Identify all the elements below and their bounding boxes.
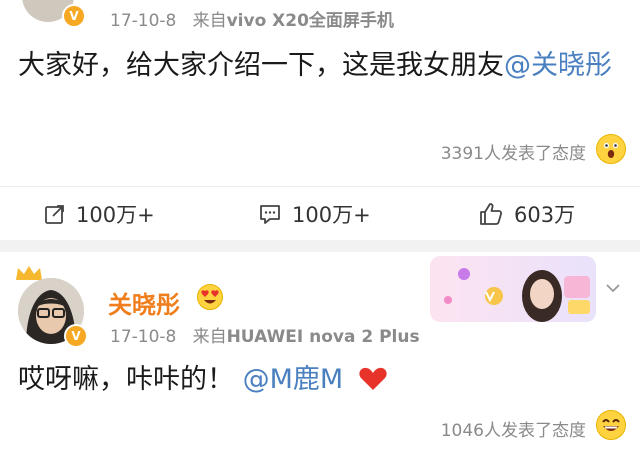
source-prefix: 来自 — [192, 327, 227, 347]
repost-count: 100万+ — [76, 203, 155, 227]
post-meta: 17-10-8 来自vivo X20全面屏手机 — [110, 6, 394, 31]
username[interactable]: 关晓彤 — [108, 285, 180, 320]
heart-icon — [359, 367, 387, 390]
post-body: 哎呀嘛，咔咔的！ — [18, 364, 234, 395]
like-count: 603万 — [514, 203, 576, 227]
thumbs-up-icon — [480, 203, 503, 225]
weibo-post-1: V 17-10-8 来自vivo X20全面屏手机 大家好，给大家介绍一下，这是… — [0, 0, 640, 240]
post-meta: 17-10-8 来自HUAWEI nova 2 Plus — [110, 322, 420, 347]
comment-icon — [260, 205, 280, 224]
post-divider — [0, 240, 640, 252]
verified-badge-icon: V — [64, 324, 88, 348]
post-text: 大家好，给大家介绍一下，这是我女朋友@关晓彤 — [18, 46, 618, 86]
grinning-face-icon[interactable] — [596, 410, 626, 440]
post-timestamp: 17-10-8 — [110, 327, 177, 347]
profile-card-banner[interactable] — [430, 256, 596, 322]
surprised-face-icon[interactable] — [596, 134, 626, 164]
comment-button[interactable]: 100万+ — [258, 199, 371, 229]
like-button[interactable]: 603万 — [478, 199, 575, 229]
mention-link[interactable]: @关晓彤 — [504, 50, 612, 81]
post-timestamp: 17-10-8 — [110, 11, 177, 31]
device-name[interactable]: HUAWEI nova 2 Plus — [227, 327, 420, 347]
repost-button[interactable]: 100万+ — [44, 199, 155, 229]
post-text: 哎呀嘛，咔咔的！ @M鹿M — [18, 360, 618, 400]
repost-icon — [45, 205, 64, 224]
mention-link[interactable]: @M鹿M — [243, 364, 344, 395]
device-name[interactable]: vivo X20全面屏手机 — [227, 11, 394, 31]
reaction-count[interactable]: 3391人发表了态度 — [441, 139, 586, 164]
heart-eyes-face-icon — [197, 284, 223, 310]
source-prefix: 来自 — [192, 11, 227, 31]
reaction-count[interactable]: 1046人发表了态度 — [441, 416, 586, 441]
comment-count: 100万+ — [292, 203, 371, 227]
chevron-down-icon[interactable] — [606, 283, 620, 293]
post-body: 大家好，给大家介绍一下，这是我女朋友 — [18, 50, 504, 81]
verified-badge-icon: V — [62, 4, 86, 28]
action-bar: 100万+ 100万+ 603万 — [0, 186, 640, 241]
